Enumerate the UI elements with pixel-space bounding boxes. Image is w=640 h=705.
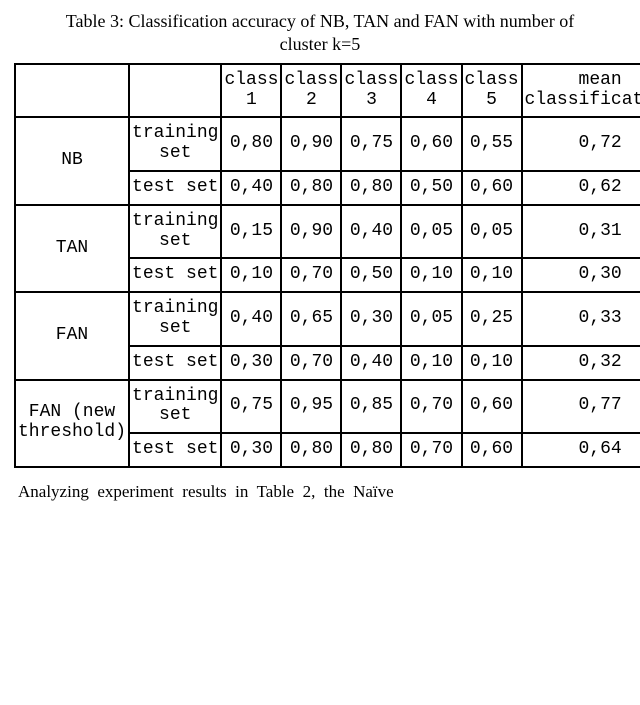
value-cell: 0,90 (281, 205, 341, 259)
mean-cell: 0,30 (522, 258, 640, 292)
value-cell: 0,75 (221, 380, 281, 434)
value-cell: 0,60 (462, 171, 522, 205)
header-class-5: class 5 (462, 64, 522, 118)
value-cell: 0,90 (281, 117, 341, 171)
value-cell: 0,10 (221, 258, 281, 292)
table-header-row: class 1 class 2 class 3 class 4 class 5 … (15, 64, 640, 118)
mean-cell: 0,64 (522, 433, 640, 467)
table-row: NB training set 0,80 0,90 0,75 0,60 0,55… (15, 117, 640, 171)
value-cell: 0,05 (401, 292, 461, 346)
value-cell: 0,95 (281, 380, 341, 434)
caption-line-1: Table 3: Classification accuracy of NB, … (66, 11, 575, 31)
method-cell: TAN (15, 205, 129, 292)
table-row: FAN training set 0,40 0,65 0,30 0,05 0,2… (15, 292, 640, 346)
settype-cell: test set (129, 346, 221, 380)
method-cell: FAN (new threshold) (15, 380, 129, 467)
value-cell: 0,75 (341, 117, 401, 171)
value-cell: 0,85 (341, 380, 401, 434)
value-cell: 0,40 (221, 292, 281, 346)
caption-line-2: cluster k=5 (280, 34, 361, 54)
value-cell: 0,10 (462, 346, 522, 380)
header-mean: mean classification (522, 64, 640, 118)
value-cell: 0,50 (401, 171, 461, 205)
method-cell: FAN (15, 292, 129, 379)
mean-cell: 0,31 (522, 205, 640, 259)
value-cell: 0,60 (462, 433, 522, 467)
table-row: FAN (new threshold) training set 0,75 0,… (15, 380, 640, 434)
value-cell: 0,40 (341, 205, 401, 259)
settype-cell: test set (129, 171, 221, 205)
mean-cell: 0,72 (522, 117, 640, 171)
value-cell: 0,55 (462, 117, 522, 171)
value-cell: 0,70 (401, 380, 461, 434)
value-cell: 0,60 (401, 117, 461, 171)
method-cell: NB (15, 117, 129, 204)
value-cell: 0,30 (221, 346, 281, 380)
header-class-2: class 2 (281, 64, 341, 118)
mean-cell: 0,32 (522, 346, 640, 380)
value-cell: 0,05 (401, 205, 461, 259)
mean-cell: 0,62 (522, 171, 640, 205)
value-cell: 0,70 (281, 258, 341, 292)
header-blank-2 (129, 64, 221, 118)
settype-cell: training set (129, 117, 221, 171)
value-cell: 0,65 (281, 292, 341, 346)
settype-cell: test set (129, 433, 221, 467)
settype-cell: training set (129, 380, 221, 434)
value-cell: 0,10 (401, 258, 461, 292)
value-cell: 0,05 (462, 205, 522, 259)
value-cell: 0,40 (341, 346, 401, 380)
accuracy-table: class 1 class 2 class 3 class 4 class 5 … (14, 63, 640, 468)
header-blank-1 (15, 64, 129, 118)
value-cell: 0,10 (401, 346, 461, 380)
value-cell: 0,80 (341, 433, 401, 467)
settype-cell: training set (129, 292, 221, 346)
value-cell: 0,10 (462, 258, 522, 292)
value-cell: 0,80 (281, 433, 341, 467)
paragraph-fragment: Analyzing experiment results in Table 2,… (14, 482, 626, 506)
settype-cell: training set (129, 205, 221, 259)
value-cell: 0,15 (221, 205, 281, 259)
table-row: TAN training set 0,15 0,90 0,40 0,05 0,0… (15, 205, 640, 259)
value-cell: 0,60 (462, 380, 522, 434)
table-caption: Table 3: Classification accuracy of NB, … (14, 10, 626, 57)
mean-cell: 0,77 (522, 380, 640, 434)
value-cell: 0,80 (341, 171, 401, 205)
value-cell: 0,25 (462, 292, 522, 346)
value-cell: 0,50 (341, 258, 401, 292)
mean-cell: 0,33 (522, 292, 640, 346)
value-cell: 0,70 (401, 433, 461, 467)
header-class-3: class 3 (341, 64, 401, 118)
header-class-1: class 1 (221, 64, 281, 118)
value-cell: 0,30 (341, 292, 401, 346)
value-cell: 0,40 (221, 171, 281, 205)
header-class-4: class 4 (401, 64, 461, 118)
settype-cell: test set (129, 258, 221, 292)
value-cell: 0,30 (221, 433, 281, 467)
value-cell: 0,80 (281, 171, 341, 205)
value-cell: 0,70 (281, 346, 341, 380)
value-cell: 0,80 (221, 117, 281, 171)
